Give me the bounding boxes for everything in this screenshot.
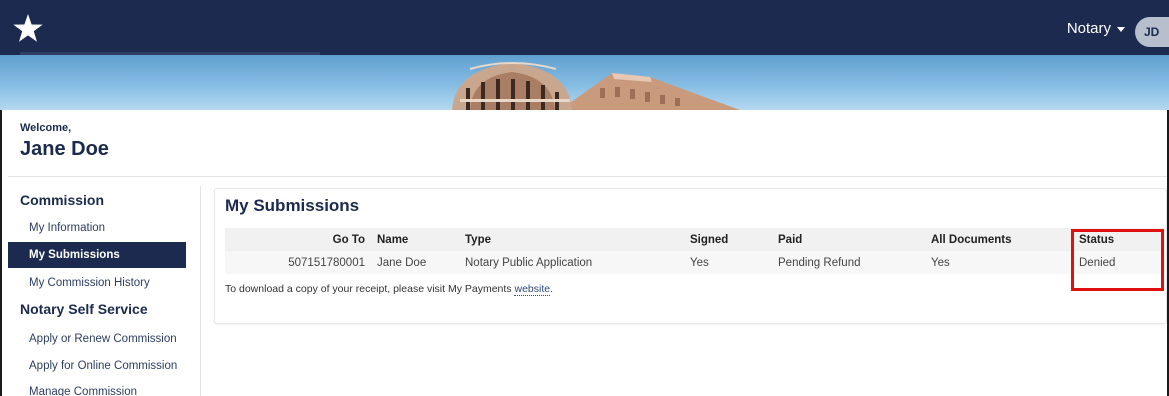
column-header-go-to[interactable]: Go To <box>225 228 371 251</box>
cell-paid: Pending Refund <box>772 251 925 274</box>
submissions-table: Go To Name Type Signed Paid All Document… <box>225 228 1165 274</box>
table-row[interactable]: 507151780001 Jane Doe Notary Public Appl… <box>225 251 1165 274</box>
sidebar-heading-commission: Commission <box>20 192 105 208</box>
column-header-name[interactable]: Name <box>371 228 459 251</box>
sidebar-item-my-submissions[interactable]: My Submissions <box>8 242 186 268</box>
sidebar-item-apply-or-renew[interactable]: Apply or Renew Commission <box>8 326 186 352</box>
receipt-note-text: To download a copy of your receipt, plea… <box>225 283 515 295</box>
column-header-signed[interactable]: Signed <box>684 228 772 251</box>
cell-all-documents: Yes <box>925 251 1073 274</box>
column-header-all-documents[interactable]: All Documents <box>925 228 1073 251</box>
notary-dropdown-label: Notary <box>1066 20 1111 37</box>
avatar[interactable]: JD <box>1135 17 1169 47</box>
my-payments-website-link[interactable]: website <box>514 283 551 296</box>
welcome-label: Welcome, <box>20 122 72 134</box>
sidebar-item-manage-commission[interactable]: Manage Commission <box>8 379 186 396</box>
capitol-banner <box>0 55 1169 110</box>
sidebar-item-apply-online[interactable]: Apply for Online Commission <box>8 353 186 379</box>
top-navbar: Notary JD <box>0 0 1169 58</box>
status-highlight-box <box>1071 229 1164 291</box>
column-header-type[interactable]: Type <box>459 228 684 251</box>
cell-type: Notary Public Application <box>459 251 684 274</box>
cell-name: Jane Doe <box>371 251 459 274</box>
sidebar: Commission My Information My Submissions… <box>8 186 201 396</box>
sidebar-item-my-information[interactable]: My Information <box>8 215 186 241</box>
page-title: My Submissions <box>225 196 360 215</box>
sidebar-heading-notary-self-service: Notary Self Service <box>20 301 148 317</box>
table-header-row: Go To Name Type Signed Paid All Document… <box>225 228 1165 251</box>
chevron-down-icon <box>1117 27 1125 32</box>
submissions-panel: My Submissions Go To Name Type Signed Pa… <box>214 188 1167 324</box>
user-name: Jane Doe <box>20 138 109 160</box>
star-icon[interactable] <box>12 13 44 45</box>
sidebar-item-my-commission-history[interactable]: My Commission History <box>8 270 186 296</box>
capitol-dome-image <box>452 62 740 110</box>
notary-dropdown[interactable]: Notary <box>1067 20 1125 37</box>
receipt-note-period: . <box>550 283 554 295</box>
cell-signed: Yes <box>684 251 772 274</box>
avatar-initials: JD <box>1144 25 1160 39</box>
receipt-note: To download a copy of your receipt, plea… <box>225 283 554 296</box>
divider <box>8 176 1167 177</box>
column-header-paid[interactable]: Paid <box>772 228 925 251</box>
cell-go-to-link[interactable]: 507151780001 <box>225 251 371 274</box>
